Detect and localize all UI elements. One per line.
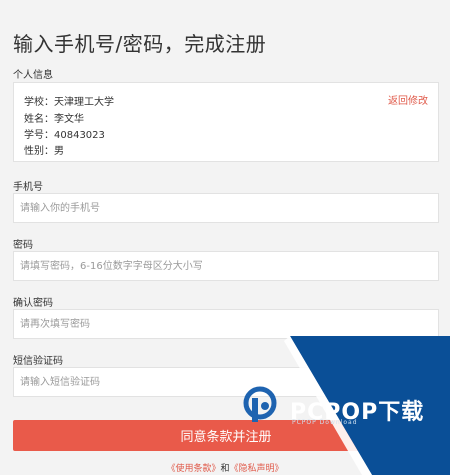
password-field [13,251,439,281]
sms-code-input[interactable] [14,368,438,396]
watermark: PCPOP下载 PCPOP Download [0,0,450,475]
watermark-shape [284,336,450,475]
phone-input[interactable] [14,194,438,222]
terms-and: 和 [220,464,230,474]
confirm-password-input[interactable] [14,310,438,338]
gender-info: 性别：男 [24,146,64,157]
name-info: 姓名：李文华 [24,114,84,125]
password-label: 密码 [13,240,33,251]
phone-label: 手机号 [13,182,43,193]
password-input[interactable] [14,252,438,280]
edit-info-link[interactable]: 返回修改 [388,92,428,107]
personal-info-card: 学校：天津理工大学 姓名：李文华 学号：40843023 性别：男 返回修改 [13,82,439,162]
terms-link[interactable]: 《使用条款》 [166,464,220,474]
confirm-password-label: 确认密码 [13,298,53,309]
personal-info-label: 个人信息 [13,70,53,81]
student-id-info: 学号：40843023 [24,130,105,141]
sms-code-label: 短信验证码 [13,356,63,367]
privacy-link[interactable]: 《隐私声明》 [230,464,284,474]
school-info: 学校：天津理工大学 [24,97,114,108]
sms-code-field [13,367,439,397]
confirm-password-field [13,309,439,339]
phone-field [13,193,439,223]
terms-line: 《使用条款》和《隐私声明》 [0,461,450,474]
page-title: 输入手机号/密码，完成注册 [13,32,267,56]
agree-register-button[interactable]: 同意条款并注册 [13,420,439,451]
